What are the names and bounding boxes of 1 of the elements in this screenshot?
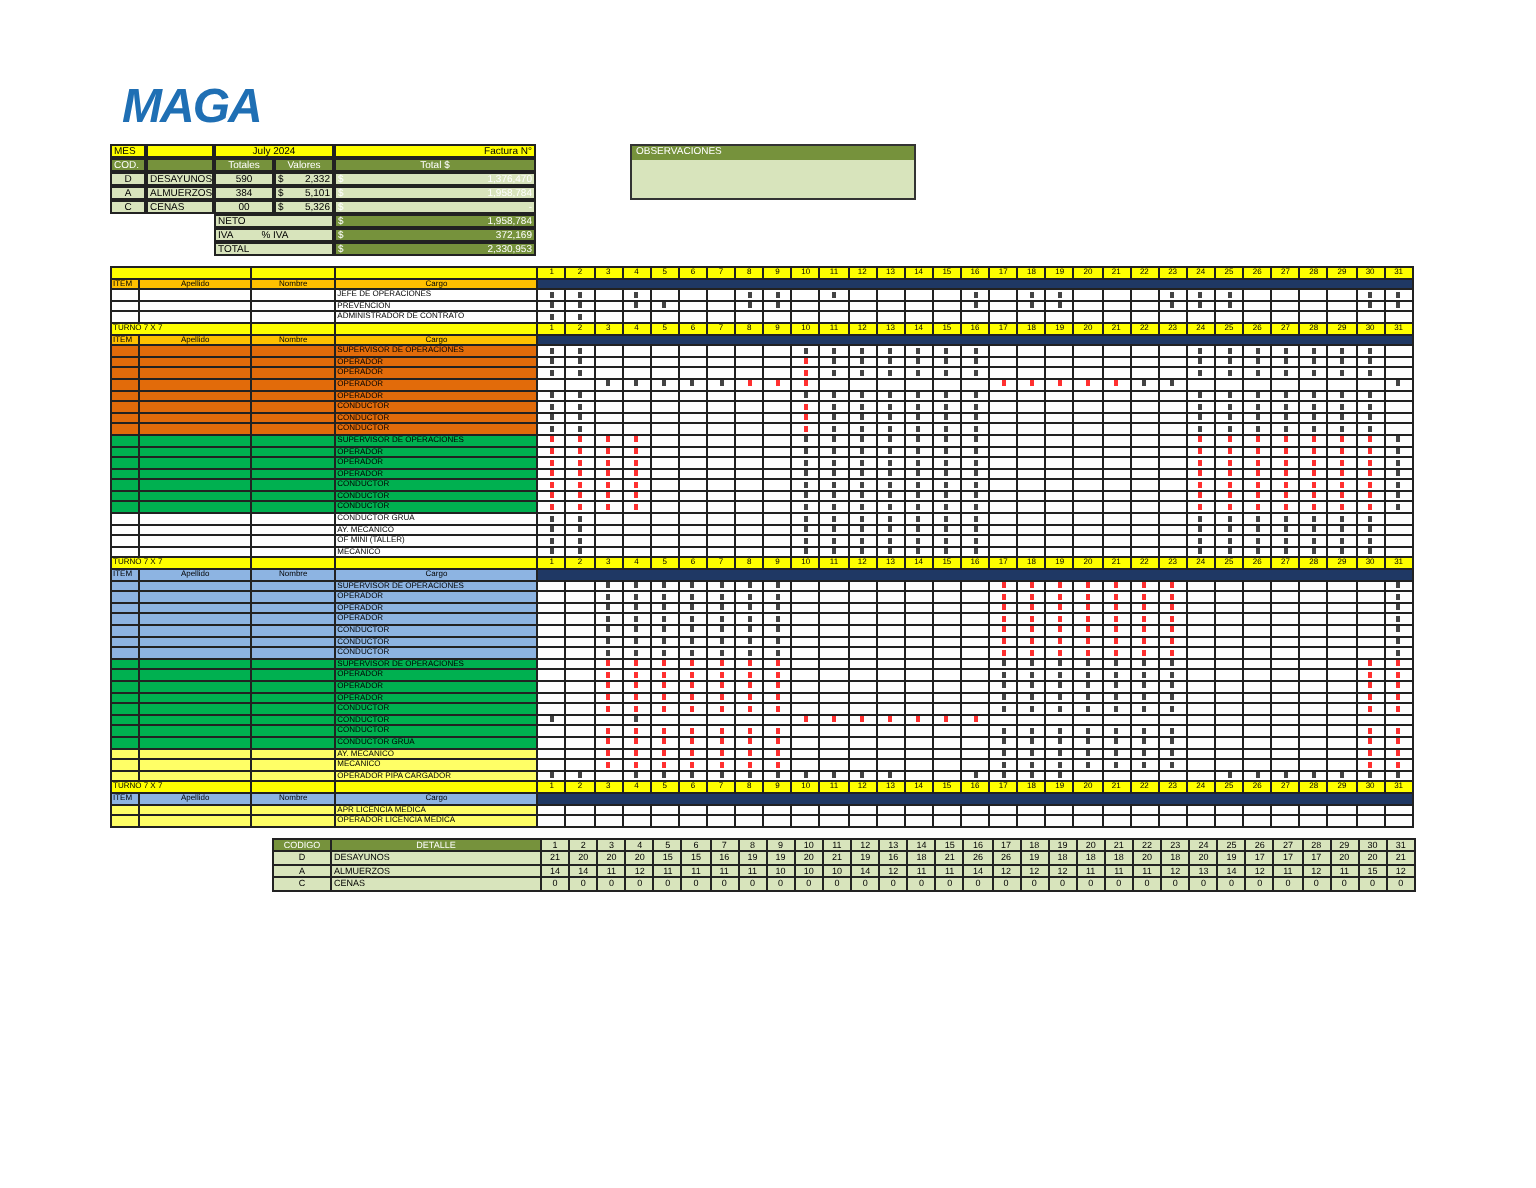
company-logo: MAGA bbox=[122, 80, 263, 136]
